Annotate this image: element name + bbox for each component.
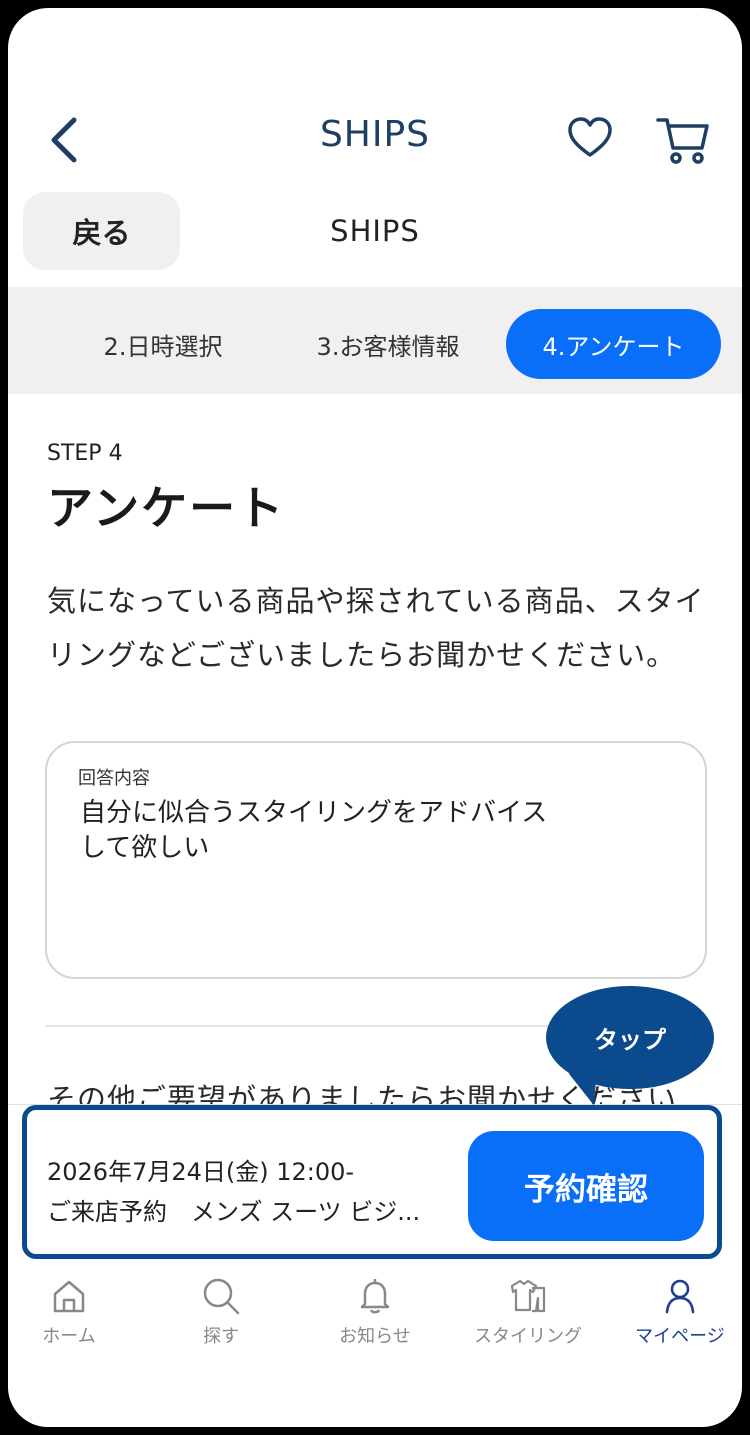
tab-label-home: ホーム [42, 1326, 96, 1347]
tab-label-mypage: マイページ [635, 1326, 725, 1347]
page-title: アンケート [47, 481, 286, 535]
step-tab-datetime[interactable]: 2.日時選択 [78, 309, 248, 379]
step-tabs: 2.日時選択 3.お客様情報 4.アンケート [8, 287, 742, 394]
answer-field-value[interactable]: 自分に似合うスタイリングをアドバイス して欲しい [80, 796, 620, 866]
step-label: STEP 4 [47, 441, 123, 466]
bell-icon [300, 1276, 450, 1316]
tab-styling[interactable]: スタイリング [453, 1276, 603, 1348]
step-tab-customer-info[interactable]: 3.お客様情報 [293, 309, 483, 379]
shop-title: SHIPS [330, 214, 420, 248]
highlight-frame [22, 1105, 722, 1259]
answer-field-label: 回答内容 [78, 768, 150, 789]
question-text: 気になっている商品や探されている商品、スタイリングなどございましたらお聞かせくだ… [47, 584, 705, 672]
cart-icon[interactable] [656, 112, 712, 168]
person-icon [605, 1276, 742, 1316]
tab-home[interactable]: ホーム [8, 1276, 144, 1348]
tab-label-search: 探す [203, 1326, 239, 1347]
tab-label-notifications: お知らせ [339, 1326, 411, 1347]
brand-logo: SHIPS [319, 114, 431, 155]
search-icon [146, 1276, 296, 1316]
tap-tooltip: タップ [546, 986, 714, 1089]
heart-icon[interactable] [566, 114, 614, 162]
home-icon [8, 1276, 144, 1316]
step-tab-survey[interactable]: 4.アンケート [506, 309, 721, 379]
app-screen: SHIPS 戻る SHIPS 2.日時選択 3.お客様情報 4.アンケート ST… [8, 8, 742, 1427]
tab-label-styling: スタイリング [474, 1326, 582, 1347]
tab-mypage[interactable]: マイページ [605, 1276, 742, 1348]
tab-search[interactable]: 探す [146, 1276, 296, 1348]
clothing-icon [453, 1276, 603, 1316]
tab-notifications[interactable]: お知らせ [300, 1276, 450, 1348]
